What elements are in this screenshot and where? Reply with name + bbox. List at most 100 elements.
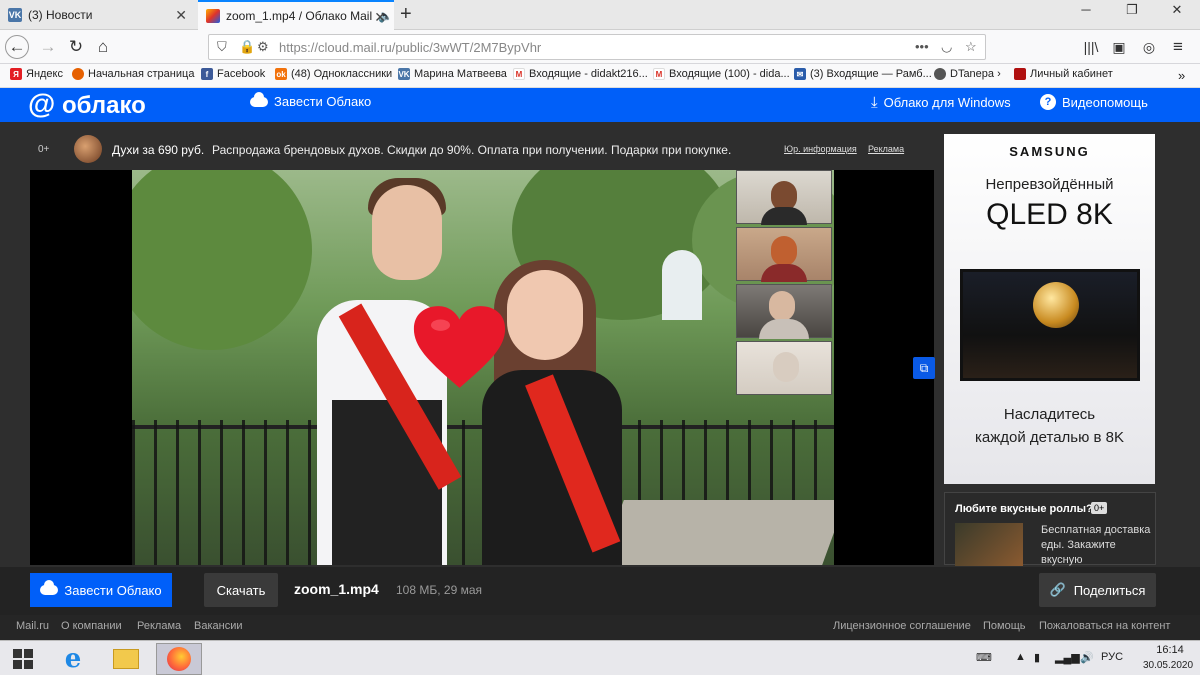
- cloud-icon: [250, 91, 268, 107]
- participant-tile[interactable]: [736, 341, 832, 395]
- shield-icon[interactable]: ⛉: [217, 39, 227, 55]
- facebook-icon: f: [201, 68, 213, 80]
- ad-text: Бесплатная доставка еды. Закажите вкусну…: [1041, 524, 1151, 566]
- forward-button[interactable]: →: [36, 35, 60, 59]
- bookmark-star-icon[interactable]: ☆: [965, 39, 977, 55]
- file-meta: 108 МБ, 29 мая: [396, 583, 482, 597]
- bookmark-inbox-2[interactable]: M Входящие (100) - dida...: [653, 68, 790, 80]
- clock-time[interactable]: 16:14: [1146, 644, 1194, 656]
- download-icon: ⤓: [871, 94, 878, 111]
- home-button[interactable]: ⌂: [91, 35, 115, 59]
- bookmark-start-page[interactable]: Начальная страница: [72, 68, 194, 80]
- bookmark-vk-marina[interactable]: VK Марина Матвеева: [398, 68, 507, 80]
- footer-link-ads[interactable]: Реклама: [137, 620, 181, 632]
- account-icon[interactable]: ◎: [1137, 35, 1161, 59]
- ad-age-rating: 0+: [1091, 502, 1108, 514]
- tab-vk-news[interactable]: VK (3) Новости ✕: [0, 0, 195, 30]
- footer-link-about[interactable]: О компании: [61, 620, 122, 632]
- cloud-header: @ облако Завести Облако ⤓ Облако для Wind…: [0, 88, 1200, 122]
- girl-face: [507, 270, 583, 360]
- tv-image: [960, 269, 1140, 381]
- footer-link-mailru[interactable]: Mail.ru: [16, 620, 49, 632]
- language-indicator[interactable]: РУС: [1101, 651, 1123, 663]
- ad-legal-link[interactable]: Юр. информация: [784, 144, 857, 154]
- windows-app-link[interactable]: ⤓ Облако для Windows: [871, 94, 1011, 111]
- yandex-icon: Я: [10, 68, 22, 80]
- sidebar-icon[interactable]: ▣: [1107, 35, 1131, 59]
- tray-arrow-icon[interactable]: ▲: [1015, 651, 1026, 663]
- library-icon[interactable]: |||\: [1079, 35, 1103, 59]
- network-icon[interactable]: ▂▄▆: [1055, 651, 1080, 664]
- participant-tile[interactable]: [736, 170, 832, 225]
- tab-cloud-video[interactable]: zoom_1.mp4 / Облако Mail 🔈 ✕: [198, 0, 394, 30]
- url-bar[interactable]: ⛉ 🔒 ⚙ https://cloud.mail.ru/public/3wWT/…: [208, 34, 986, 60]
- file-explorer-icon[interactable]: [103, 643, 149, 675]
- internet-explorer-icon[interactable]: e: [50, 643, 96, 675]
- bookmark-rambler[interactable]: ✉ (3) Входящие — Рамб...: [794, 68, 932, 80]
- back-button[interactable]: ←: [5, 35, 29, 59]
- participant-tile[interactable]: [736, 284, 832, 339]
- lock-icon[interactable]: 🔒: [239, 39, 255, 55]
- permissions-icon[interactable]: ⚙: [257, 39, 269, 55]
- ad-label-link[interactable]: Реклама: [868, 144, 904, 154]
- path: [600, 500, 834, 565]
- cloud-logo[interactable]: @ облако: [28, 88, 146, 120]
- ad-age-rating: 0+: [38, 144, 50, 155]
- minimize-icon[interactable]: ─: [1063, 2, 1109, 17]
- ad-title: Любите вкусные роллы?: [955, 503, 1093, 515]
- close-tab-icon[interactable]: ✕: [374, 9, 386, 26]
- restore-icon[interactable]: ❐: [1109, 2, 1155, 18]
- globe-icon: [934, 68, 946, 80]
- bookmark-inbox-1[interactable]: M Входящие - didakt216...: [513, 68, 648, 80]
- bookmark-odnoklassniki[interactable]: ok (48) Одноклассники: [275, 68, 392, 80]
- bookmarks-overflow-icon[interactable]: »: [1178, 68, 1185, 83]
- ad-text[interactable]: Распродажа брендовых духов. Скидки до 90…: [212, 143, 731, 157]
- footer-link-jobs[interactable]: Вакансии: [194, 620, 243, 632]
- firefox-taskbar-icon[interactable]: [156, 643, 202, 675]
- link-icon: 🔗: [1049, 582, 1066, 597]
- pocket-icon[interactable]: ◡: [941, 39, 952, 55]
- share-button[interactable]: 🔗 Поделиться: [1039, 573, 1156, 607]
- close-tab-icon[interactable]: ✕: [175, 7, 187, 24]
- url-text[interactable]: https://cloud.mail.ru/public/3wWT/2M7Byp…: [279, 40, 541, 55]
- participant-tile[interactable]: [736, 227, 832, 282]
- video-frame[interactable]: [132, 170, 834, 565]
- ad-thumbnail[interactable]: [74, 135, 102, 163]
- rotunda: [662, 250, 702, 320]
- new-tab-button[interactable]: +: [400, 3, 412, 26]
- ad-title[interactable]: Духи за 690 руб.: [112, 143, 204, 157]
- top-ad-bar[interactable]: 0+ Духи за 690 руб. Распродажа брендовых…: [30, 135, 935, 165]
- reload-button[interactable]: ↻: [64, 35, 88, 59]
- samsung-ad[interactable]: SAMSUNG Непревзойдённый QLED 8K Насладит…: [944, 134, 1155, 484]
- page-actions-icon[interactable]: •••: [915, 39, 929, 54]
- file-name: zoom_1.mp4: [294, 581, 379, 597]
- menu-icon[interactable]: ≡: [1166, 35, 1190, 59]
- video-help-link[interactable]: ? Видеопомощь: [1040, 94, 1148, 110]
- footer-link-license[interactable]: Лицензионное соглашение: [833, 620, 971, 632]
- header-get-cloud-link[interactable]: Завести Облако: [250, 91, 371, 109]
- battery-icon[interactable]: ▮: [1034, 651, 1040, 664]
- bookmark-facebook[interactable]: f Facebook: [201, 68, 265, 80]
- cloud-icon: [40, 580, 59, 595]
- bookmark-dtanepa[interactable]: DTanepa ›: [934, 68, 1001, 80]
- windows-start-icon[interactable]: [0, 643, 46, 675]
- window-close-icon[interactable]: ✕: [1154, 2, 1200, 18]
- volume-icon[interactable]: 🔊: [1080, 651, 1094, 664]
- bookmark-yandex[interactable]: Я Яндекс: [10, 68, 63, 80]
- boy-face: [372, 185, 442, 280]
- keyboard-icon[interactable]: ⌨: [976, 651, 992, 664]
- ad-headline: Непревзойдённый: [985, 176, 1114, 193]
- tree: [132, 170, 312, 350]
- get-cloud-button[interactable]: Завести Облако: [30, 573, 172, 607]
- ad-brand: SAMSUNG: [1009, 144, 1090, 159]
- footer-link-help[interactable]: Помощь: [983, 620, 1026, 632]
- picture-in-picture-icon[interactable]: ⧉: [913, 357, 935, 379]
- download-button[interactable]: Скачать: [204, 573, 278, 607]
- ad-image: [955, 523, 1023, 566]
- footer-link-report[interactable]: Пожаловаться на контент: [1039, 620, 1170, 632]
- ok-icon: ok: [275, 68, 287, 80]
- bookmark-cabinet[interactable]: Личный кабинет: [1014, 68, 1113, 80]
- rolls-ad[interactable]: Любите вкусные роллы? 0+ Бесплатная дост…: [944, 492, 1156, 566]
- vk-icon: VK: [398, 68, 410, 80]
- clock-date[interactable]: 30.05.2020: [1136, 660, 1200, 671]
